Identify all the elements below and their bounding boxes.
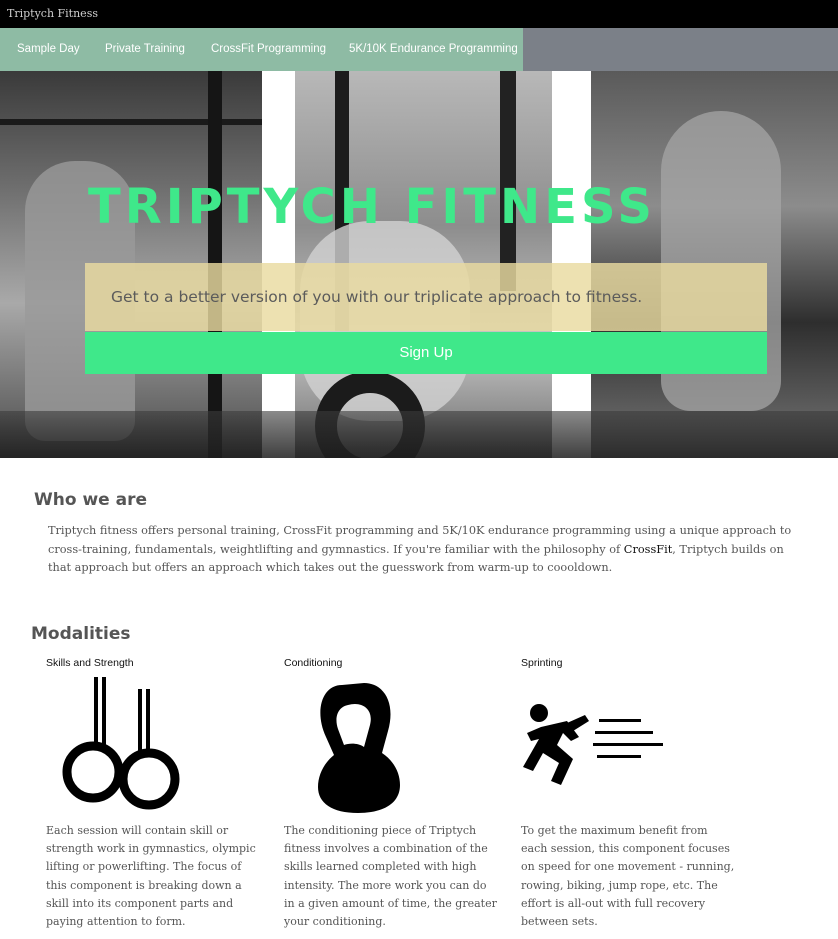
pullup-bar	[0, 119, 262, 125]
sprinter-icon	[523, 704, 663, 785]
modality-description: To get the maximum benefit from each ses…	[521, 824, 735, 929]
tagline-box: Get to a better version of you with our …	[85, 263, 767, 331]
modality-sprinting: Sprinting To get the maximum benefit fro…	[521, 657, 736, 928]
crossfit-link[interactable]: CrossFit	[624, 543, 672, 556]
gymnastic-rings-icon	[62, 677, 180, 810]
hero-tagline: Get to a better version of you with our …	[111, 288, 643, 306]
modality-skills-strength: Skills and Strength Each session will co…	[46, 657, 261, 928]
nav-private-training[interactable]: Private Training	[105, 43, 185, 55]
signup-button[interactable]: Sign Up	[85, 332, 767, 374]
who-we-are-text: Triptych fitness offers personal trainin…	[48, 522, 808, 578]
modality-conditioning: Conditioning The conditioning piece of T…	[284, 657, 499, 928]
modality-label: Sprinting	[521, 657, 563, 669]
window-title: Triptych Fitness	[0, 0, 838, 28]
kettlebell-icon	[318, 683, 400, 813]
nav-endurance-programming[interactable]: 5K/10K Endurance Programming	[349, 43, 518, 55]
hero-title: Triptych Fitness	[88, 179, 656, 235]
modality-label: Conditioning	[284, 657, 343, 669]
modality-label: Skills and Strength	[46, 657, 134, 669]
top-navigation: Sample Day Private Training CrossFit Pro…	[0, 28, 838, 71]
gym-floor	[0, 411, 838, 458]
nav-sample-day[interactable]: Sample Day	[17, 43, 80, 55]
modality-description: The conditioning piece of Triptych fitne…	[284, 824, 497, 929]
modality-description: Each session will contain skill or stren…	[46, 824, 256, 929]
who-we-are-heading: Who we are	[34, 490, 147, 510]
nav-crossfit-programming[interactable]: CrossFit Programming	[211, 43, 326, 55]
modalities-heading: Modalities	[31, 624, 131, 644]
hero-banner: Triptych Fitness Get to a better version…	[0, 71, 838, 458]
